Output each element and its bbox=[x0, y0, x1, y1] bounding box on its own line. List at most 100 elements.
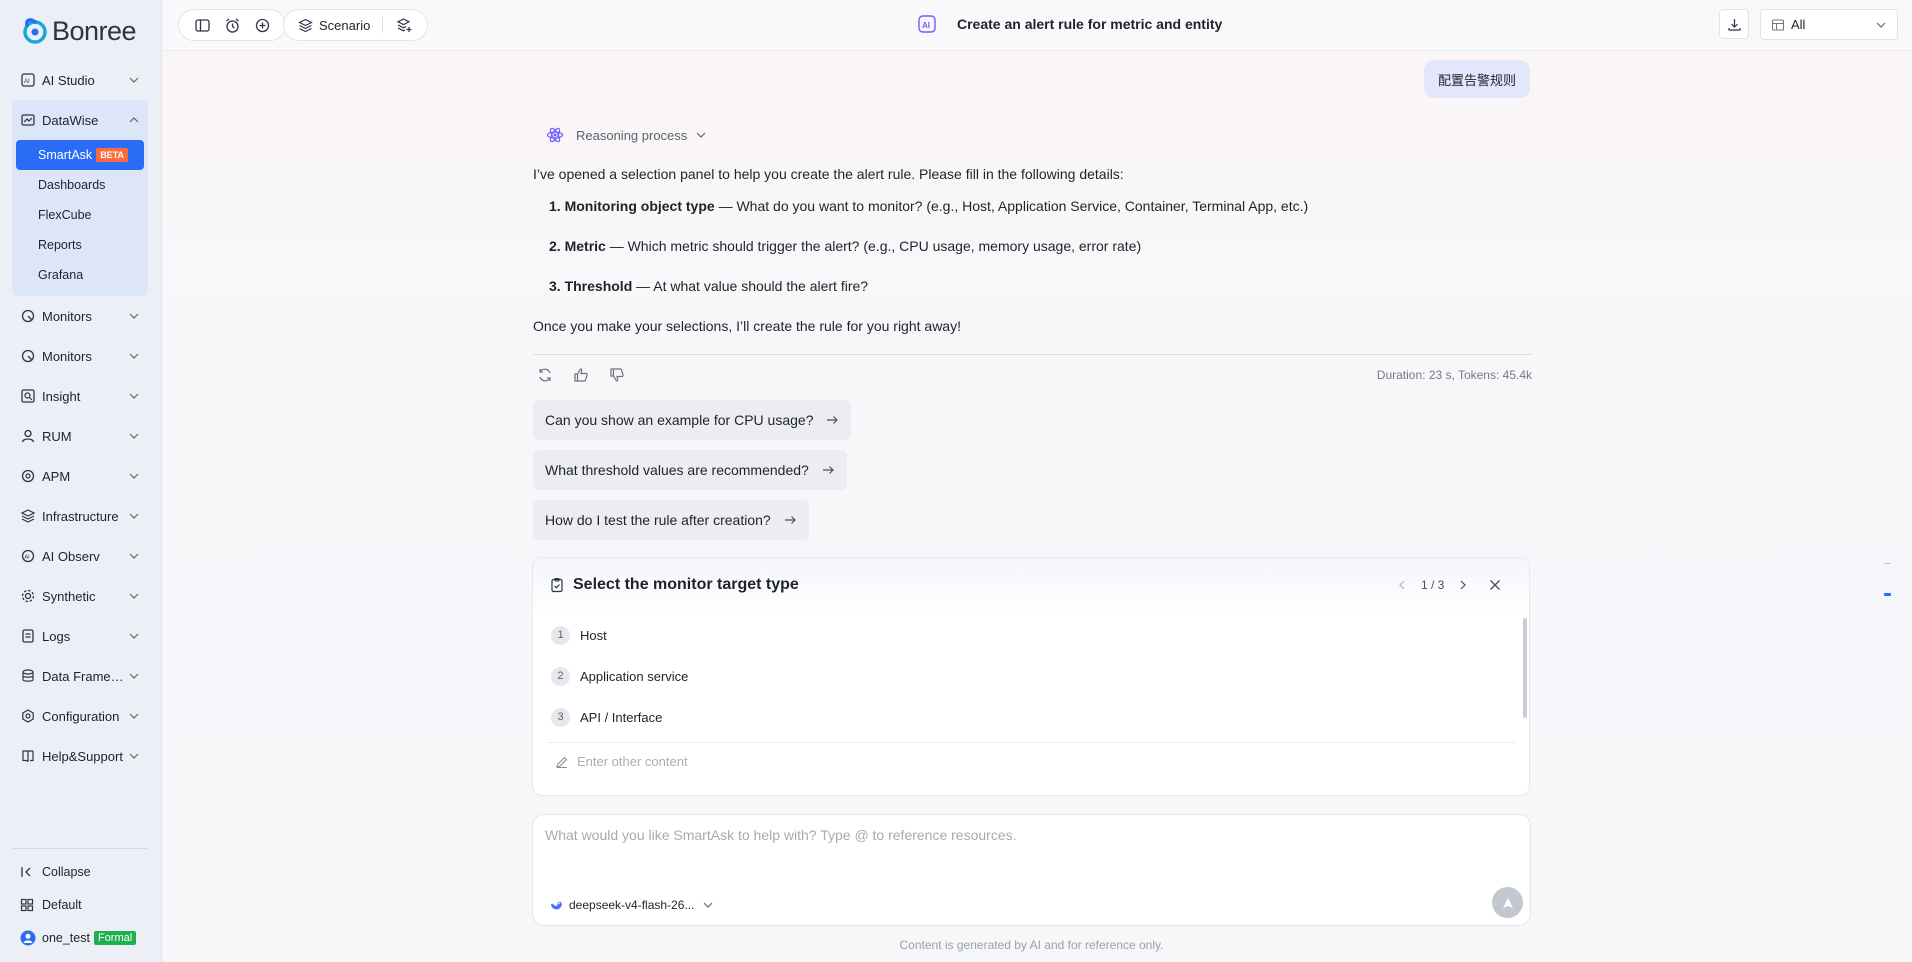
book-icon bbox=[22, 750, 34, 763]
pencil-icon bbox=[556, 756, 568, 768]
sidebar-subitem-label: Grafana bbox=[38, 268, 84, 282]
send-icon bbox=[1502, 897, 1513, 908]
option-application-service[interactable]: 2 Application service bbox=[551, 661, 688, 691]
regenerate-button[interactable] bbox=[533, 365, 569, 385]
chevron-down-icon bbox=[129, 593, 139, 599]
panel-pager: 1 / 3 bbox=[1395, 578, 1470, 592]
reasoning-toggle[interactable]: Reasoning process bbox=[546, 126, 707, 144]
scenario-button[interactable]: Scenario bbox=[292, 18, 376, 33]
history-button[interactable] bbox=[217, 10, 247, 40]
sidebar-item-ai-studio[interactable]: AI AI Studio bbox=[12, 60, 148, 100]
chevron-right-icon[interactable] bbox=[1456, 578, 1470, 592]
collapse-button[interactable]: Collapse bbox=[12, 855, 148, 888]
database-icon bbox=[22, 669, 34, 682]
step-number: 3. bbox=[549, 278, 561, 294]
user-icon bbox=[21, 429, 35, 443]
ai-disclaimer: Content is generated by AI and for refer… bbox=[899, 938, 1164, 952]
monitor-icon bbox=[21, 309, 35, 323]
brand-logo[interactable]: Bonree bbox=[22, 14, 137, 48]
refresh-icon bbox=[539, 368, 551, 382]
server-icon bbox=[20, 509, 36, 523]
sidebar-item-configuration[interactable]: Configuration bbox=[12, 696, 148, 736]
user-name: one_test bbox=[42, 930, 90, 945]
sidebar-item-infrastructure[interactable]: Infrastructure bbox=[12, 496, 148, 536]
sidebar-item-label: Help&Support bbox=[42, 748, 123, 764]
selection-panel-header: Select the monitor target type 1 / 3 bbox=[533, 558, 1529, 612]
option-number: 1 bbox=[551, 625, 570, 645]
chevron-down-icon bbox=[129, 353, 139, 359]
scope-select[interactable]: All bbox=[1760, 9, 1898, 40]
message-step: 1. Monitoring object type — What do you … bbox=[549, 196, 1308, 216]
scroll-indicator-active[interactable] bbox=[1884, 593, 1891, 596]
sidebar-panel-icon bbox=[194, 18, 210, 32]
sidebar-subitem-flexcube[interactable]: FlexCube bbox=[16, 200, 144, 230]
new-chat-button[interactable] bbox=[247, 10, 277, 40]
suggestion-chip[interactable]: What threshold values are recommended? bbox=[533, 450, 847, 490]
sidebar-item-monitors-2[interactable]: Monitors bbox=[12, 336, 148, 376]
sidebar-item-label: Logs bbox=[42, 628, 71, 644]
chevron-left-icon[interactable] bbox=[1395, 578, 1409, 592]
chevron-down-icon bbox=[703, 902, 713, 908]
sidebar-item-rum[interactable]: RUM bbox=[12, 416, 148, 456]
model-selector[interactable]: deepseek-v4-flash-26... bbox=[549, 897, 714, 913]
sidebar-item-label: Insight bbox=[42, 388, 81, 404]
page-header: AI Create an alert rule for metric and e… bbox=[917, 14, 1222, 34]
pager-text: 1 / 3 bbox=[1421, 578, 1445, 592]
thumbs-up-button[interactable] bbox=[569, 365, 605, 385]
other-content-placeholder: Enter other content bbox=[577, 754, 688, 769]
panel-divider bbox=[547, 742, 1515, 743]
step-title: Metric bbox=[564, 238, 606, 254]
gear-icon bbox=[21, 589, 35, 603]
sidebar-item-label: AI Studio bbox=[42, 72, 95, 88]
sidebar-subitem-reports[interactable]: Reports bbox=[16, 230, 144, 260]
user-profile[interactable]: one_test Formal bbox=[12, 921, 148, 954]
selection-panel: Select the monitor target type 1 / 3 1 H… bbox=[532, 557, 1530, 796]
sidebar-item-data-framework[interactable]: Data Framew... bbox=[12, 656, 148, 696]
table-icon bbox=[1771, 18, 1785, 31]
thumbs-down-button[interactable] bbox=[605, 365, 641, 385]
option-api-interface[interactable]: 3 API / Interface bbox=[551, 702, 662, 732]
sidebar-subitem-grafana[interactable]: Grafana bbox=[16, 260, 144, 290]
chevron-down-icon bbox=[129, 673, 139, 679]
panel-scrollbar[interactable] bbox=[1523, 618, 1527, 718]
sidebar-item-monitors[interactable]: Monitors bbox=[12, 296, 148, 336]
layers-icon bbox=[298, 18, 313, 32]
step-title: Monitoring object type bbox=[564, 198, 715, 214]
sidebar-item-datawise[interactable]: DataWise bbox=[12, 100, 148, 140]
suggestion-chip[interactable]: Can you show an example for CPU usage? bbox=[533, 400, 852, 440]
chevron-down-icon bbox=[129, 553, 139, 559]
close-icon[interactable] bbox=[1487, 577, 1503, 593]
thumbs-up-icon bbox=[574, 368, 588, 382]
scope-select-value: All bbox=[1791, 17, 1806, 32]
sidebar-item-ai-observ[interactable]: AI AI Observ bbox=[12, 536, 148, 576]
sidebar-item-help-support[interactable]: Help&Support bbox=[12, 736, 148, 776]
chat-input[interactable] bbox=[545, 827, 1505, 871]
sidebar-item-logs[interactable]: Logs bbox=[12, 616, 148, 656]
option-number: 3 bbox=[551, 707, 570, 727]
step-text: — What do you want to monitor? (e.g., Ho… bbox=[714, 198, 1309, 214]
other-content-input[interactable]: Enter other content bbox=[555, 754, 688, 769]
arrow-right-icon bbox=[827, 416, 839, 424]
send-button[interactable] bbox=[1492, 887, 1523, 918]
chevron-down-icon bbox=[129, 513, 139, 519]
sidebar-item-synthetic[interactable]: Synthetic bbox=[12, 576, 148, 616]
add-scenario-button[interactable] bbox=[389, 10, 419, 40]
atom-icon bbox=[546, 127, 564, 143]
download-button[interactable] bbox=[1719, 9, 1749, 39]
sidebar-subitem-label: Dashboards bbox=[38, 178, 106, 192]
toggle-sidebar-button[interactable] bbox=[187, 10, 217, 40]
sidebar-item-apm[interactable]: APM bbox=[12, 456, 148, 496]
sidebar-subitem-smartask[interactable]: SmartAsk BETA bbox=[16, 140, 144, 170]
step-title: Threshold bbox=[564, 278, 633, 294]
suggestion-chip[interactable]: How do I test the rule after creation? bbox=[533, 500, 809, 540]
sidebar: Bonree AI AI Studio DataWise SmartAsk BE… bbox=[0, 0, 162, 962]
option-host[interactable]: 1 Host bbox=[551, 620, 607, 650]
sidebar-item-label: RUM bbox=[42, 428, 72, 444]
message-outro: Once you make your selections, I’ll crea… bbox=[533, 318, 961, 334]
sidebar-item-label: Infrastructure bbox=[42, 508, 119, 524]
svg-text:AI: AI bbox=[25, 555, 31, 561]
sidebar-item-insight[interactable]: Insight bbox=[12, 376, 148, 416]
selection-panel-title: Select the monitor target type bbox=[573, 576, 799, 593]
workspace-switcher[interactable]: Default bbox=[12, 888, 148, 921]
sidebar-subitem-dashboards[interactable]: Dashboards bbox=[16, 170, 144, 200]
